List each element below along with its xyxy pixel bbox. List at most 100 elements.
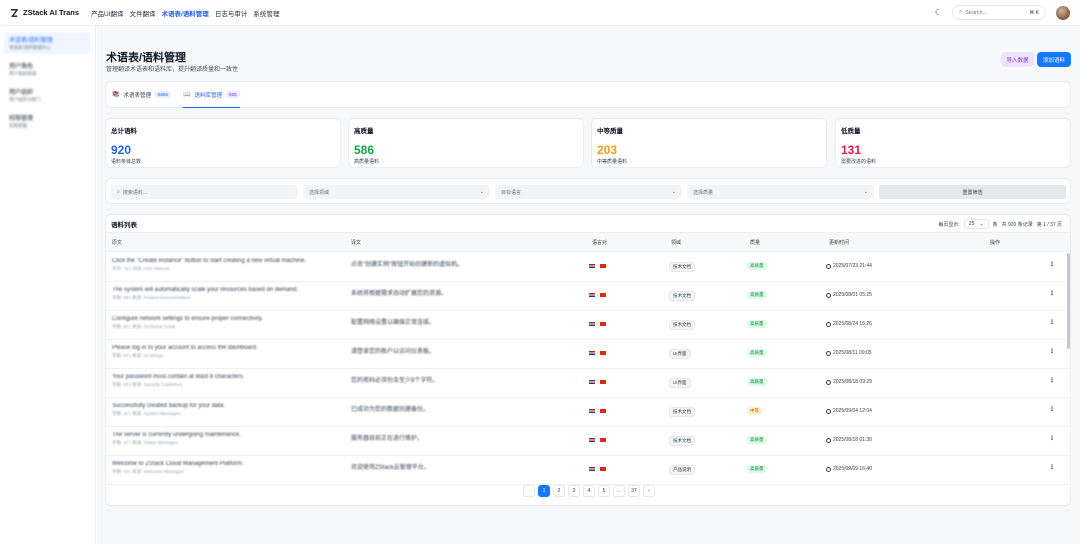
nav-item[interactable]: 文件翻译: [130, 8, 156, 18]
target-text: 请登录您的账户以访问仪表板。: [351, 349, 436, 355]
dark-mode-icon[interactable]: ☾: [935, 8, 942, 17]
sidebar-item-sub: 术语表/语料管理中心: [9, 45, 51, 50]
sidebar-item[interactable]: 权限管理 权限配置: [4, 110, 91, 132]
col-source: 原文: [112, 240, 123, 246]
cn-flag-icon: [600, 321, 607, 326]
nav-item[interactable]: 产品UI翻译: [91, 8, 124, 18]
import-data-button[interactable]: 导入数据: [1001, 52, 1034, 67]
search-shortcut: ⌘ K: [1029, 9, 1039, 16]
quality-select[interactable]: 选择质量 ⌄: [687, 185, 874, 199]
tab-glossary[interactable]: 📚 术语表管理 6865: [112, 81, 172, 108]
more-actions-icon[interactable]: ⋮: [1049, 464, 1055, 471]
more-actions-icon[interactable]: ⋮: [1049, 290, 1055, 297]
table-row[interactable]: Configure network settings to ensure pro…: [106, 311, 1070, 340]
table-row[interactable]: Welcome to ZStack Cloud Management Platf…: [106, 456, 1070, 485]
clock-icon: [826, 321, 831, 327]
nav-item[interactable]: 日志与审计: [215, 8, 248, 18]
page-button[interactable]: 1: [538, 485, 550, 497]
cn-flag-icon: [600, 379, 607, 384]
pagination: ‹ 1 2 3 4 5... 37 ›: [106, 485, 1070, 499]
domain-select[interactable]: 选择领域 ⌄: [303, 185, 490, 199]
table-row[interactable]: Please log in to your account to access …: [106, 340, 1070, 369]
stat-card-high: 高质量 586 高质量语料: [348, 118, 584, 168]
target-text: 欢迎使用ZStack云管理平台。: [351, 465, 430, 471]
table-row[interactable]: Successfully created backup for your dat…: [106, 398, 1070, 427]
clock-icon: [826, 466, 831, 472]
page-subtitle: 管理翻译术语表和语料库，提升翻译质量和一致性: [106, 67, 239, 73]
page-size-label: 每页显示:: [938, 221, 960, 228]
language-pair: ›: [589, 379, 607, 384]
table-row[interactable]: Your password must contain at least 8 ch…: [106, 369, 1070, 398]
more-actions-icon[interactable]: ⋮: [1049, 319, 1055, 326]
tab-corpus[interactable]: 📖 语料库管理 920: [183, 81, 240, 108]
stat-label: 中等质量: [597, 128, 623, 135]
tab-bar: 📚 术语表管理 6865 📖 语料库管理 920: [105, 81, 1071, 108]
page-button[interactable]: 4: [583, 485, 595, 497]
col-domain: 领域: [671, 240, 682, 246]
more-actions-icon[interactable]: ⋮: [1049, 406, 1055, 413]
arrow-right-icon: ›: [597, 466, 599, 471]
sidebar-item[interactable]: 用户组织 用户组织与部门: [4, 84, 91, 106]
domain-badge: 技术文档: [669, 407, 695, 417]
quality-badge: 高质量: [747, 465, 767, 473]
next-page-button[interactable]: ›: [643, 485, 655, 497]
domain-badge: 技术文档: [669, 291, 695, 301]
nav-item[interactable]: 系统管理: [253, 8, 279, 18]
col-language-pair: 语言对: [592, 240, 608, 246]
table-header: 原文 译文 语言对 领域 质量 更新时间 操作: [106, 232, 1070, 252]
brand[interactable]: ZStack AI Trans: [10, 8, 79, 17]
sidebar: 术语表/语料管理 术语表/语料管理中心 用户角色 用户角色管理 用户组织 用户组织与部门权…: [0, 26, 96, 544]
page-size-select[interactable]: 25 ⌄: [963, 219, 989, 229]
clock-icon: [826, 379, 831, 385]
source-text: Click the "Create Instance" button to st…: [112, 258, 307, 264]
source-cell: The system will automatically scale your…: [112, 287, 342, 301]
nav-item[interactable]: 术语表/语料管理: [162, 8, 209, 18]
sidebar-item-sub: 用户组织与部门: [9, 97, 41, 102]
more-actions-icon[interactable]: ⋮: [1049, 348, 1055, 355]
global-search-input[interactable]: ⌕ Search... ⌘ K: [952, 5, 1046, 20]
filter-bar: ⌕ 搜索语料... 选择领域 ⌄ 目标语言 ⌄ 选择质量 ⌄ 重置筛选: [105, 178, 1071, 204]
updated-time-text: 2025/08/01 05:25: [833, 292, 872, 298]
search-icon: ⌕: [117, 189, 120, 195]
stat-value: 131: [841, 143, 862, 157]
updated-time: 2025/08/18 09:29: [826, 379, 872, 385]
sidebar-item-label: 术语表/语料管理: [9, 38, 53, 44]
updated-time: 2025/08/11 09:05: [826, 350, 872, 356]
stat-label: 高质量: [354, 128, 374, 135]
table-scrollbar[interactable]: [1067, 253, 1070, 349]
target-language-select[interactable]: 目标语言 ⌄: [495, 185, 682, 199]
main-content: 术语表/语料管理 管理翻译术语表和语料库，提升翻译质量和一致性 导入数据 添加语…: [97, 26, 1080, 544]
page-button[interactable]: 2: [553, 485, 565, 497]
language-pair: ›: [589, 292, 607, 297]
top-bar: ZStack AI Trans 产品UI翻译 文件翻译 术语表/语料管理 日志与审计系…: [0, 0, 1080, 26]
more-actions-icon[interactable]: ⋮: [1049, 377, 1055, 384]
table-row[interactable]: The server is currently undergoing maint…: [106, 427, 1070, 456]
sidebar-item[interactable]: 用户角色 用户角色管理: [4, 58, 91, 80]
prev-page-button[interactable]: ‹: [523, 485, 535, 497]
arrow-right-icon: ›: [597, 292, 599, 297]
page-button[interactable]: 37: [628, 485, 640, 497]
total-records: 共 920 条记录: [1001, 221, 1033, 228]
page-button[interactable]: 3: [568, 485, 580, 497]
more-actions-icon[interactable]: ⋮: [1049, 261, 1055, 268]
tab-label: 术语表管理: [123, 92, 151, 99]
reset-filters-button[interactable]: 重置筛选: [879, 185, 1066, 199]
tab-count-badge: 920: [226, 91, 240, 98]
corpus-table-card: 语料列表 每页显示: 25 ⌄ 条 共 920 条记录 第 1 / 37 页 原…: [105, 214, 1071, 506]
cn-flag-icon: [600, 437, 607, 442]
source-cell: Your password must contain at least 8 ch…: [112, 374, 342, 388]
add-corpus-button[interactable]: 添加语料: [1037, 52, 1071, 67]
corpus-search-input[interactable]: ⌕ 搜索语料...: [111, 185, 298, 199]
table-title: 语料列表: [111, 222, 137, 229]
sidebar-item[interactable]: 术语表/语料管理 术语表/语料管理中心: [4, 32, 91, 54]
source-meta: 字数: 43 | 来源: Welcome Messages: [112, 469, 185, 474]
page-button[interactable]: 5: [598, 485, 610, 497]
clock-icon: [826, 408, 831, 414]
avatar[interactable]: [1056, 5, 1070, 20]
updated-time-text: 2025/09/04 12:04: [833, 408, 872, 414]
more-actions-icon[interactable]: ⋮: [1049, 435, 1055, 442]
search-placeholder: Search...: [965, 9, 988, 16]
table-row[interactable]: Click the "Create Instance" button to st…: [106, 253, 1070, 282]
source-cell: Successfully created backup for your dat…: [112, 403, 342, 417]
table-row[interactable]: The system will automatically scale your…: [106, 282, 1070, 311]
